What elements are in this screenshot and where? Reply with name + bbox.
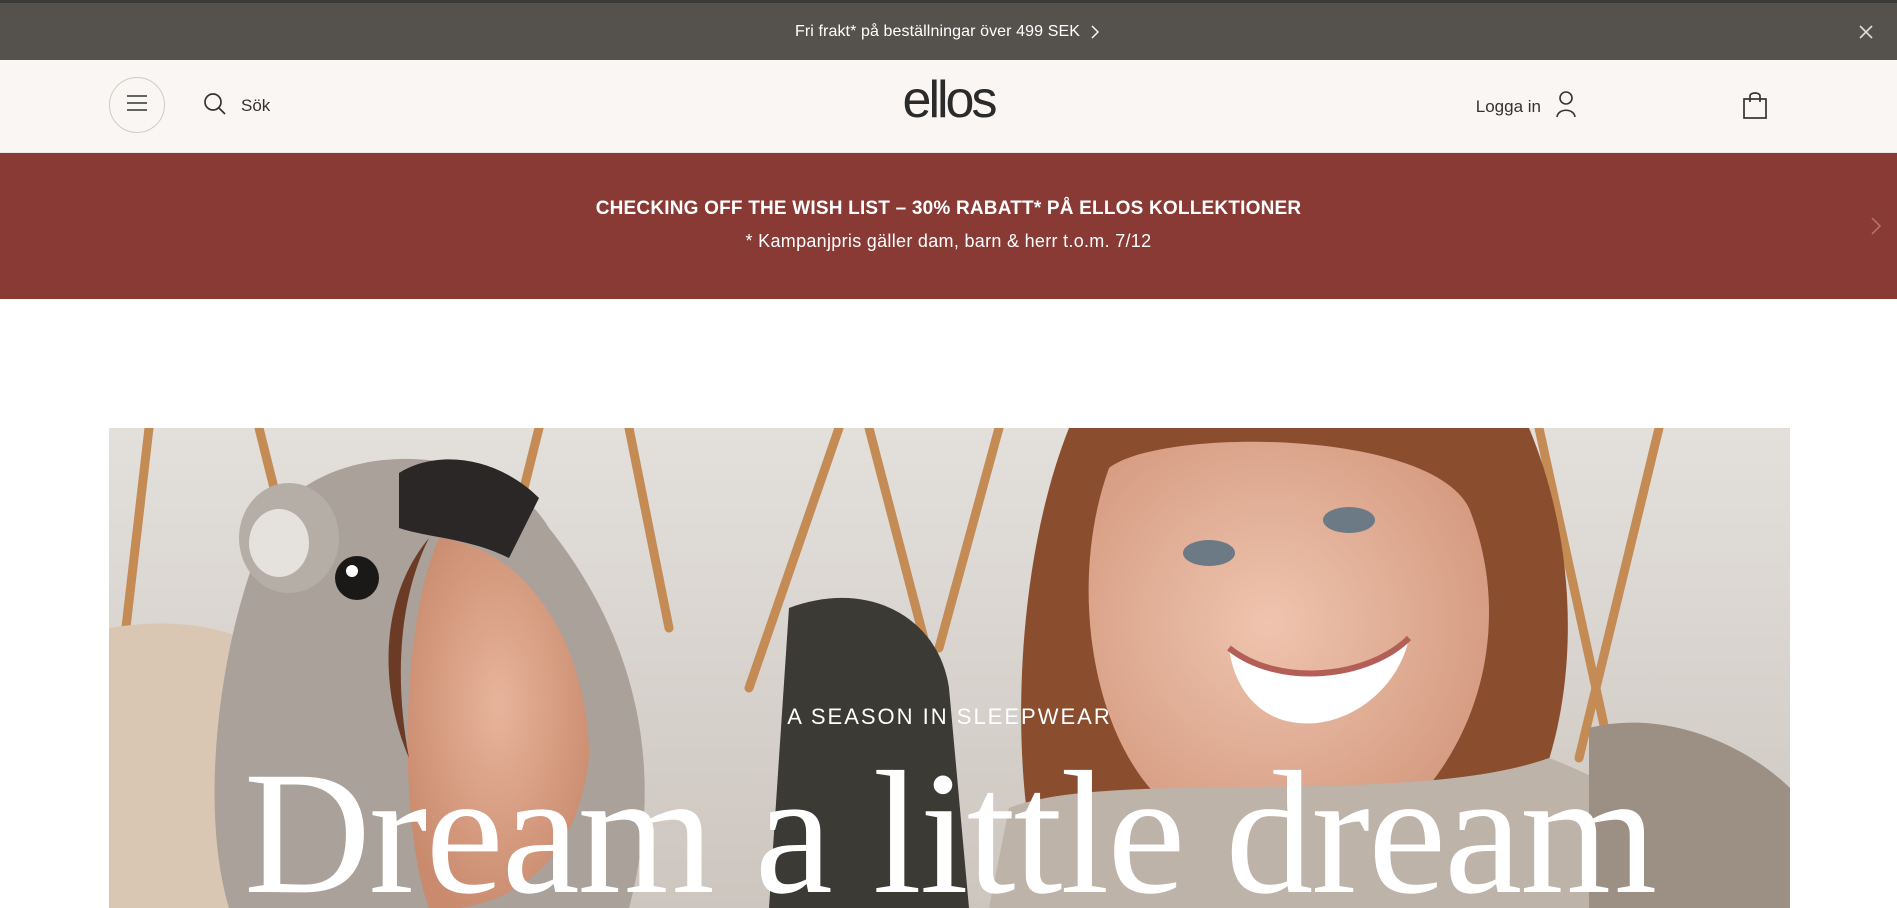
announcement-text: Fri frakt* på beställningar över 499 SEK <box>794 22 1081 40</box>
announcement-bar: Fri frakt* på beställningar över 499 SEK <box>0 3 1897 60</box>
menu-button[interactable] <box>109 77 165 133</box>
free-shipping-link[interactable]: Fri frakt* på beställningar över 499 SEK <box>795 23 1102 41</box>
hero-kicker: A SEASON IN SLEEPWEAR <box>787 704 1112 729</box>
hero-headline: Dream a little dream <box>243 736 1657 908</box>
shopping-bag-icon <box>1741 92 1769 124</box>
hero-banner[interactable]: A SEASON IN SLEEPWEAR Dream a little dre… <box>109 428 1790 908</box>
user-icon <box>1555 90 1577 123</box>
ellos-logo[interactable]: ellos <box>903 74 998 126</box>
login-label: Logga in <box>1475 96 1541 116</box>
login-button[interactable]: Logga in <box>1476 90 1577 123</box>
menu-icon <box>126 94 148 117</box>
chevron-right-icon[interactable] <box>1869 215 1883 237</box>
promo-banner[interactable]: CHECKING OFF THE WISH LIST – 30% RABATT*… <box>0 153 1897 299</box>
promo-subtitle: * Kampanjpris gäller dam, barn & herr t.… <box>745 231 1152 251</box>
close-icon[interactable] <box>1857 23 1875 41</box>
search-icon <box>203 92 227 121</box>
promo-title: CHECKING OFF THE WISH LIST – 30% RABATT*… <box>595 198 1302 219</box>
site-header: Sök ellos Logga in <box>0 60 1897 153</box>
cart-button[interactable] <box>1741 90 1769 120</box>
search-label: Sök <box>241 96 271 115</box>
chevron-right-icon <box>1088 25 1102 39</box>
search-button[interactable]: Sök <box>203 91 270 121</box>
